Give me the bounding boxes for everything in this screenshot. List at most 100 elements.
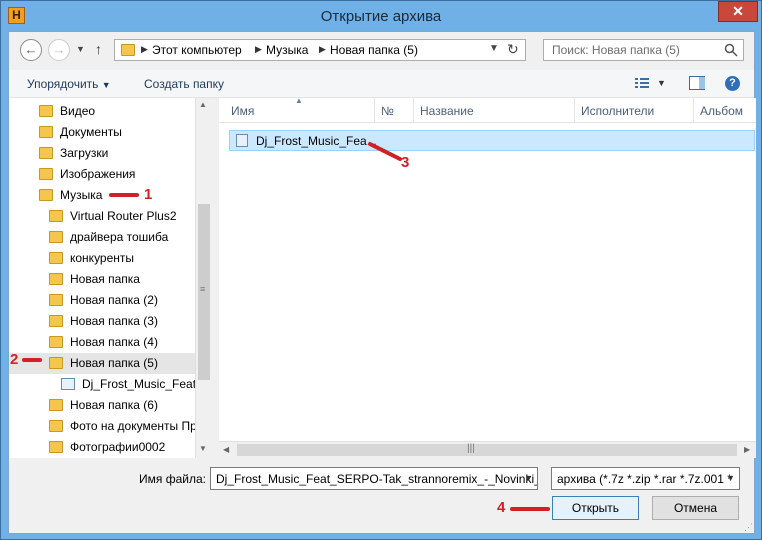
nav-item-folder[interactable]: Новая папка (6): [49, 395, 158, 416]
back-arrow-icon: ←: [24, 42, 38, 57]
folder-icon: [49, 231, 63, 243]
file-icon: [236, 134, 248, 147]
nav-item-folder[interactable]: Новая папка (2): [49, 290, 158, 311]
address-dropdown-icon[interactable]: ▼: [489, 43, 499, 54]
nav-item-label: драйвера тошиба: [70, 230, 169, 244]
nav-item-file[interactable]: Dj_Frost_Music_Feat_S: [61, 374, 211, 395]
music-folder-icon: [39, 189, 53, 201]
chevron-down-icon[interactable]: ▼: [524, 473, 533, 483]
navigation-pane[interactable]: Видео Документы Загрузки Изображения Муз…: [9, 98, 211, 458]
nav-item-label: Документы: [60, 125, 122, 139]
column-header-number[interactable]: №: [381, 104, 394, 118]
chevron-right-icon: ▶: [319, 44, 326, 54]
open-button[interactable]: Открыть: [552, 496, 639, 520]
nav-item-label: Новая папка (4): [70, 335, 158, 349]
file-list[interactable]: Имя ▲ № Название Исполнители Альбом Dj_F…: [219, 96, 756, 458]
scroll-right-icon[interactable]: ▶: [744, 445, 750, 454]
preview-pane-icon[interactable]: [689, 76, 705, 90]
chevron-right-icon: ▶: [255, 44, 262, 54]
column-header-title[interactable]: Название: [420, 104, 474, 118]
nav-item-folder[interactable]: Фото на документы Пр: [49, 416, 197, 437]
nav-item-label: Изображения: [60, 167, 136, 181]
nav-item-video[interactable]: Видео: [39, 101, 95, 122]
chevron-right-icon: ▶: [141, 44, 148, 54]
cancel-button[interactable]: Отмена: [652, 496, 739, 520]
nav-item-pictures[interactable]: Изображения: [39, 164, 135, 185]
scroll-up-icon[interactable]: ▲: [199, 100, 207, 109]
view-options-icon[interactable]: [635, 77, 649, 89]
file-icon: [61, 378, 75, 390]
annotation-marker: [510, 507, 550, 511]
file-row-selected[interactable]: Dj_Frost_Music_Fea...: [229, 130, 755, 151]
breadcrumb-segment[interactable]: Новая папка (5): [330, 43, 418, 57]
nav-item-label: Новая папка (6): [70, 398, 158, 412]
nav-item-folder[interactable]: Virtual Router Plus2: [49, 206, 177, 227]
nav-item-downloads[interactable]: Загрузки: [39, 143, 108, 164]
annotation-step-4: 4: [497, 499, 506, 516]
column-divider[interactable]: [693, 98, 694, 123]
folder-icon: [121, 44, 135, 56]
scrollbar-thumb[interactable]: |||: [237, 443, 737, 456]
nav-item-folder[interactable]: Новая папка: [49, 269, 140, 290]
nav-item-selected-folder[interactable]: Новая папка (5): [9, 353, 195, 374]
search-input[interactable]: Поиск: Новая папка (5): [543, 39, 744, 61]
column-divider[interactable]: [374, 98, 375, 123]
address-bar[interactable]: ▶ Этот компьютер ▶ Музыка ▶ Новая папка …: [114, 39, 526, 61]
grip-icon: ≡: [200, 284, 206, 294]
recent-locations-icon[interactable]: ▼: [76, 44, 85, 54]
view-dropdown-icon[interactable]: ▼: [657, 78, 666, 88]
nav-item-label: Новая папка (3): [70, 314, 158, 328]
column-header-row: Имя ▲ № Название Исполнители Альбом: [219, 96, 756, 123]
nav-item-folder[interactable]: драйвера тошиба: [49, 227, 168, 248]
column-header-name[interactable]: Имя: [231, 104, 254, 118]
scroll-left-icon[interactable]: ◀: [223, 445, 229, 454]
open-archive-dialog: H Открытие архива ✕ ← → ▼ ↑ ▶ Этот компь…: [0, 0, 762, 540]
dialog-body: ← → ▼ ↑ ▶ Этот компьютер ▶ Музыка ▶ Нова…: [8, 31, 756, 534]
nav-vertical-scrollbar[interactable]: ▲ ≡ ▼: [195, 98, 211, 458]
close-button[interactable]: ✕: [718, 1, 758, 22]
filename-combobox[interactable]: Dj_Frost_Music_Feat_SERPO-Tak_strannorem…: [210, 467, 538, 490]
nav-item-music[interactable]: Музыка: [39, 185, 102, 206]
nav-item-folder[interactable]: конкуренты: [49, 248, 134, 269]
forward-button[interactable]: →: [48, 39, 70, 61]
title-bar[interactable]: H Открытие архива ✕: [1, 1, 761, 31]
folder-icon: [49, 273, 63, 285]
help-icon[interactable]: ?: [725, 76, 740, 91]
breadcrumb-segment[interactable]: Этот компьютер: [152, 43, 242, 57]
column-header-album[interactable]: Альбом: [700, 104, 743, 118]
nav-item-documents[interactable]: Документы: [39, 122, 122, 143]
resize-grip-icon[interactable]: ⋰: [744, 522, 753, 533]
list-horizontal-scrollbar[interactable]: ◀ ||| ▶: [219, 441, 756, 458]
nav-item-label: Видео: [60, 104, 96, 118]
nav-item-folder[interactable]: Новая папка (3): [49, 311, 158, 332]
organize-button[interactable]: Упорядочить ▼: [27, 77, 111, 91]
folder-icon: [49, 357, 63, 369]
refresh-icon[interactable]: ↻: [507, 41, 519, 58]
nav-item-label: Новая папка (5): [70, 356, 158, 370]
column-header-artists[interactable]: Исполнители: [581, 104, 654, 118]
scroll-down-icon[interactable]: ▼: [199, 444, 207, 453]
new-folder-button[interactable]: Создать папку: [144, 77, 224, 91]
up-arrow-icon[interactable]: ↑: [95, 41, 102, 57]
chevron-down-icon: ▼: [101, 80, 111, 90]
column-divider[interactable]: [574, 98, 575, 123]
pictures-folder-icon: [39, 168, 53, 180]
nav-item-label: Фото на документы Пр: [70, 419, 197, 433]
chevron-down-icon[interactable]: ▼: [726, 473, 735, 483]
file-name: Dj_Frost_Music_Fea...: [256, 134, 377, 148]
annotation-marker: [109, 193, 139, 197]
scrollbar-thumb[interactable]: ≡: [198, 204, 210, 380]
organize-label: Упорядочить: [27, 77, 99, 91]
folder-icon: [49, 441, 63, 453]
back-button[interactable]: ←: [20, 39, 42, 61]
filetype-select[interactable]: архива (*.7z *.zip *.rar *.7z.001 * ▼: [551, 467, 740, 490]
command-bar: Упорядочить ▼ Создать папку ▼ ?: [9, 70, 754, 98]
column-divider[interactable]: [413, 98, 414, 123]
folder-icon: [49, 336, 63, 348]
window-title: Открытие архива: [320, 8, 442, 25]
breadcrumb-segment[interactable]: Музыка: [266, 43, 308, 57]
nav-item-folder[interactable]: Новая папка (4): [49, 332, 158, 353]
nav-item-folder[interactable]: Фотографии0002: [49, 437, 165, 458]
folder-icon: [49, 420, 63, 432]
nav-item-label: Фотографии0002: [70, 440, 166, 454]
